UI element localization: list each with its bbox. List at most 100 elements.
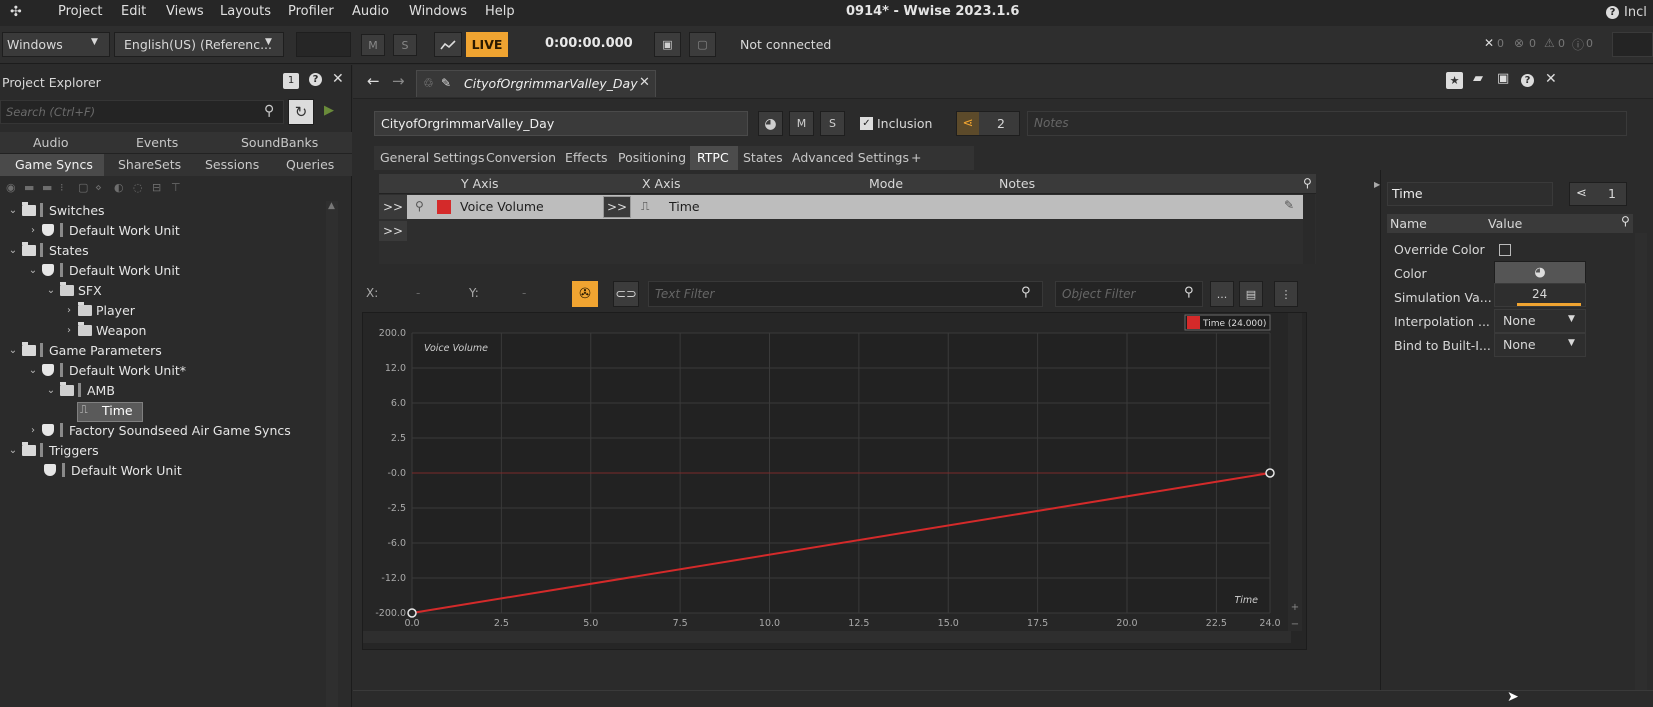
color-picker-button[interactable]: ◕ <box>1494 261 1586 285</box>
go-arrow-icon[interactable]: ▶ <box>324 103 334 118</box>
more-menu-icon[interactable]: ⋮ <box>1274 281 1298 307</box>
argument-icon[interactable]: ⊟ <box>152 181 161 194</box>
chevron-right-icon[interactable]: › <box>62 305 76 316</box>
chevron-down-icon[interactable]: ⌄ <box>44 285 58 296</box>
x-expand-button[interactable]: >> <box>603 196 631 218</box>
rtpc-icon[interactable]: ◐ <box>114 181 124 194</box>
tab-queries[interactable]: Queries <box>286 157 334 172</box>
tab-conversion[interactable]: Conversion <box>486 150 556 165</box>
tree-item-sfx[interactable]: ⌄ SFX <box>44 280 102 300</box>
zoom-in-icon[interactable]: + <box>1291 602 1299 613</box>
document-tab[interactable]: ♲ ✎ CityofOrgrimmarValley_Day ✕ <box>416 70 656 97</box>
transport-blank-field[interactable] <box>296 32 351 57</box>
menu-help[interactable]: Help <box>485 4 515 19</box>
performance-monitor-icon[interactable] <box>434 32 462 57</box>
tab-positioning[interactable]: Positioning <box>618 150 686 165</box>
tab-sharesets[interactable]: ShareSets <box>118 157 181 172</box>
tree-item-game-parameters[interactable]: ⌄ Game Parameters <box>6 340 162 360</box>
state-group-icon[interactable]: ⋄ <box>95 181 102 194</box>
help-icon[interactable]: ? <box>309 73 322 86</box>
close-icon[interactable]: ✕ <box>639 75 650 90</box>
rtpc-graph[interactable]: 200.0 12.0 6.0 2.5 -0.0 -2.5 -6.0 -12.0 -200.00.… <box>363 313 1308 651</box>
chevron-right-icon[interactable]: › <box>26 425 40 436</box>
state-icon[interactable]: ▢ <box>78 181 88 194</box>
share-count-button[interactable]: ⋖ 2 <box>956 111 1020 136</box>
menu-views[interactable]: Views <box>166 4 204 19</box>
curve-point[interactable] <box>407 608 417 618</box>
pin-icon[interactable]: ⚲ <box>415 199 424 213</box>
curve-point[interactable] <box>1265 468 1275 478</box>
chevron-down-icon[interactable]: ⌄ <box>6 345 20 356</box>
live-button[interactable]: LIVE <box>466 32 508 57</box>
override-color-checkbox[interactable] <box>1499 244 1511 256</box>
chevron-down-icon[interactable]: ⌄ <box>6 445 20 456</box>
menu-project[interactable]: Project <box>58 4 102 19</box>
help-icon[interactable]: ? <box>1521 74 1534 87</box>
object-name-field[interactable]: CityofOrgrimmarValley_Day <box>374 111 748 136</box>
favorite-icon[interactable]: ★ <box>1446 72 1463 89</box>
tree-item-time[interactable]: ⎍ Time <box>80 400 133 420</box>
scroll-up-icon[interactable]: ▲ <box>328 201 335 211</box>
interpolation-dropdown[interactable]: None ▼ <box>1494 309 1586 333</box>
tree-item-player[interactable]: › Player <box>62 300 135 320</box>
tree-item-factory[interactable]: › Factory Soundseed Air Game Syncs <box>26 420 291 440</box>
expand-button-row2[interactable]: >> <box>379 221 407 241</box>
chevron-down-icon[interactable]: ⌄ <box>26 265 40 276</box>
solo-button[interactable]: S <box>393 34 417 56</box>
table-scrollbar[interactable] <box>1303 194 1315 264</box>
properties-scrollbar[interactable] <box>1635 233 1647 707</box>
forward-arrow-icon[interactable]: → <box>392 72 405 90</box>
info-icon[interactable]: ⓘ <box>1572 36 1584 53</box>
zoom-out-icon[interactable]: − <box>1291 619 1299 630</box>
disconnect-icon[interactable]: ▢ <box>689 32 716 57</box>
switch-icon[interactable]: ⁝ <box>60 181 64 194</box>
chevron-down-icon[interactable]: ⌄ <box>6 205 20 216</box>
graph-tool-button[interactable]: ✇ <box>572 281 598 307</box>
solo-button[interactable]: S <box>820 111 845 136</box>
type-icon[interactable]: ⊤ <box>171 181 181 194</box>
object-filter-input[interactable]: Object Filter ⚲ <box>1055 281 1203 307</box>
bind-to-builtin-dropdown[interactable]: None ▼ <box>1494 333 1586 357</box>
tree-item-work-unit[interactable]: › Default Work Unit <box>26 220 180 240</box>
edit-pencil-icon[interactable]: ✎ <box>1284 198 1294 212</box>
tree-item-work-unit[interactable]: ⌄ Default Work Unit* <box>26 360 186 380</box>
folder-open-icon[interactable]: ▰ <box>1473 71 1483 86</box>
tab-soundbanks[interactable]: SoundBanks <box>241 135 318 150</box>
expand-button[interactable]: >> <box>379 195 407 219</box>
tree-item-work-unit[interactable]: Default Work Unit <box>44 460 182 480</box>
error-icon[interactable]: ⊗ <box>1514 36 1524 50</box>
mute-button[interactable]: M <box>361 34 385 56</box>
notes-field[interactable]: Notes <box>1027 111 1627 136</box>
close-icon[interactable]: ✕ <box>332 71 344 87</box>
menu-windows[interactable]: Windows <box>409 4 467 19</box>
folder-icon[interactable]: ▬ <box>42 181 52 194</box>
mute-button[interactable]: M <box>789 111 814 136</box>
search-bar[interactable]: Search (Ctrl+F) ⚲ <box>0 100 284 124</box>
chevron-right-icon[interactable]: › <box>62 325 76 336</box>
collapse-arrow-icon[interactable]: ▶ <box>1374 180 1380 189</box>
tree-item-weapon[interactable]: › Weapon <box>62 320 146 340</box>
simulation-value-slider[interactable]: 24 <box>1494 283 1586 307</box>
chevron-down-icon[interactable]: ⌄ <box>26 365 40 376</box>
language-dropdown[interactable]: English(US) (Referenc... ▼ <box>114 32 284 57</box>
horizontal-scrollbar[interactable] <box>363 631 1291 643</box>
text-filter-input[interactable]: Text Filter ⚲ <box>648 281 1043 307</box>
properties-title-field[interactable]: Time <box>1387 182 1553 206</box>
tree-item-triggers[interactable]: ⌄ Triggers <box>6 440 99 460</box>
tree-item-work-unit[interactable]: ⌄ Default Work Unit <box>26 260 180 280</box>
tab-add[interactable]: + <box>911 150 921 165</box>
menu-audio[interactable]: Audio <box>352 4 389 19</box>
refresh-icon[interactable]: ↻ <box>288 99 314 125</box>
panel-number-badge[interactable]: 1 <box>283 73 299 89</box>
help-icon[interactable]: ? <box>1606 6 1619 19</box>
inclusion-checkbox[interactable]: ✓ <box>860 117 873 130</box>
menu-edit[interactable]: Edit <box>121 4 146 19</box>
save-icon[interactable]: ▣ <box>1497 71 1509 86</box>
chevron-down-icon[interactable]: ⌄ <box>44 385 58 396</box>
browse-button[interactable]: ... <box>1210 281 1234 307</box>
chevron-down-icon[interactable]: ⌄ <box>6 245 20 256</box>
tree-item-states[interactable]: ⌄ States <box>6 240 89 260</box>
tab-rtpc[interactable]: RTPC <box>690 146 738 170</box>
back-arrow-icon[interactable]: ← <box>367 72 380 90</box>
menu-profiler[interactable]: Profiler <box>288 4 334 19</box>
